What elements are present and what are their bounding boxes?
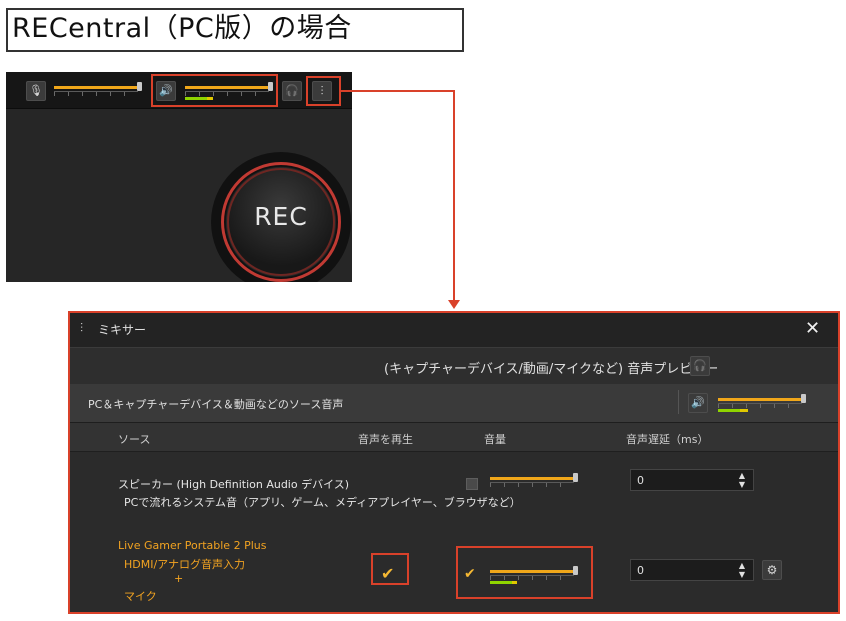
mic-volume-slider[interactable] (54, 86, 138, 89)
column-delay: 音声遅延（ms） (626, 433, 709, 446)
spin-arrows-icon[interactable]: ▲ ▼ (739, 471, 745, 489)
mixer-button-highlight (306, 76, 341, 106)
page-title: RECentral（PC版）の場合 (12, 13, 352, 44)
mic-slider-ticks (54, 91, 138, 96)
volume-slider[interactable] (490, 477, 574, 480)
source-list: スピーカー (High Definition Audio デバイス) PCで流れ… (70, 452, 838, 612)
source-line-plus: + (174, 572, 184, 585)
preview-label: (キャプチャーデバイス/動画/マイクなど) 音声プレビュー (384, 362, 719, 377)
divider (678, 390, 679, 414)
mixer-titlebar: ⫶ ミキサー ✕ (70, 313, 838, 347)
volume-highlight (456, 546, 593, 599)
column-source: ソース (118, 433, 151, 446)
connector-arrowhead (448, 300, 460, 309)
delay-input[interactable]: 0 ▲ ▼ (630, 559, 754, 581)
headphones-icon[interactable]: 🎧 (282, 81, 302, 101)
speaker-icon[interactable]: 🔊 (688, 393, 708, 413)
column-header-row: ソース 音声を再生 音量 音声遅延（ms） (70, 423, 838, 452)
source-line-hdmi: HDMI/アナログ音声入力 (124, 558, 245, 571)
mixer-title: ミキサー (98, 323, 147, 337)
spin-arrows-icon[interactable]: ▲ ▼ (739, 561, 745, 579)
source-slider-thumb[interactable] (801, 394, 806, 403)
mixer-icon: ⫶ (80, 321, 84, 335)
mixer-dialog: ⫶ ミキサー ✕ (キャプチャーデバイス/動画/マイクなど) 音声プレビュー 🎧… (68, 311, 840, 614)
column-play: 音声を再生 (358, 433, 413, 446)
connector-vertical (453, 90, 455, 302)
gear-icon[interactable]: ⚙ (762, 560, 782, 580)
source-name: Live Gamer Portable 2 Plus (118, 539, 267, 552)
play-checkbox-highlight (371, 553, 409, 585)
mic-slider-thumb[interactable] (137, 82, 142, 91)
column-volume: 音量 (484, 433, 506, 446)
volume-slider-thumb[interactable] (573, 473, 578, 482)
volume-slider-ticks (490, 482, 574, 487)
source-name: スピーカー (High Definition Audio デバイス) (118, 478, 350, 491)
close-icon[interactable]: ✕ (805, 318, 820, 339)
source-audio-label: PC＆キャプチャーデバイス＆動画などのソース音声 (88, 398, 344, 411)
delay-input[interactable]: 0 ▲ ▼ (630, 469, 754, 491)
source-description: PCで流れるシステム音（アプリ、ゲーム、メディアプレイヤー、ブラウザなど） (124, 496, 521, 509)
preview-row: (キャプチャーデバイス/動画/マイクなど) 音声プレビュー 🎧 (70, 347, 838, 385)
delay-value: 0 (637, 474, 644, 487)
connector-horizontal (341, 90, 455, 92)
source-audio-row: PC＆キャプチャーデバイス＆動画などのソース音声 🔊 (70, 384, 838, 423)
delay-value: 0 (637, 564, 644, 577)
source-volume-slider[interactable] (718, 398, 802, 401)
source-level-peak (740, 409, 748, 412)
source-line-mic: マイク (124, 590, 157, 603)
source-level-meter (718, 409, 740, 412)
headphones-icon[interactable]: 🎧 (690, 356, 710, 376)
rec-button-label: REC (254, 202, 308, 231)
speaker-highlight (151, 74, 278, 107)
microphone-icon[interactable]: 🎙 (26, 81, 46, 101)
play-checkbox[interactable] (466, 478, 478, 490)
source-slider-ticks (718, 403, 802, 408)
